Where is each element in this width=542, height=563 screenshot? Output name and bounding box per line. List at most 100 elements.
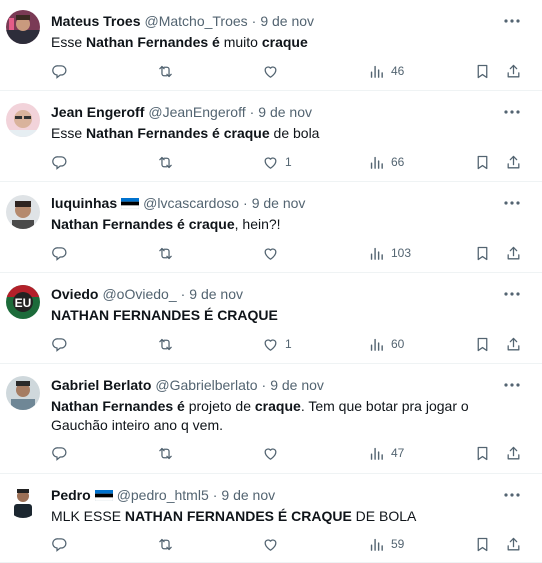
more-icon[interactable] [502,285,522,303]
reply-button[interactable] [51,243,68,263]
like-button[interactable]: 1 [262,152,292,172]
tweet-text-segment: , hein?! [234,216,281,232]
tweet-date[interactable]: 9 de nov [260,13,314,29]
share-button[interactable] [505,61,522,81]
views-button[interactable]: 66 [368,152,404,172]
share-button[interactable] [505,534,522,554]
bookmark-button[interactable] [474,443,491,463]
reply-button[interactable] [51,152,68,172]
views-button[interactable]: 103 [368,243,411,263]
author-name[interactable]: luquinhas [51,195,117,211]
retweet-button[interactable] [157,534,174,554]
bookmark-button[interactable] [474,243,491,263]
retweet-button[interactable] [157,243,174,263]
avatar[interactable] [6,10,40,44]
tweet-actions: 59 [0,534,542,554]
tweet[interactable]: Jean Engeroff @JeanEngeroff · 9 de nov Esse … [0,91,542,182]
tweet-text-segment: muito [219,34,262,50]
tweet[interactable]: EU Oviedo @oOviedo_ · 9 de nov NATHAN FERNAND… [0,273,542,364]
bookmark-button[interactable] [474,152,491,172]
tweet-date[interactable]: 9 de nov [258,104,312,120]
tweet-header: Gabriel Berlato @Gabrielberlato · 9 de nov [51,376,324,394]
avatar[interactable] [6,484,40,518]
views-icon [368,245,385,262]
more-icon[interactable] [502,376,522,394]
author-name[interactable]: Pedro [51,487,91,503]
author-name[interactable]: Gabriel Berlato [51,377,151,393]
tweet-date[interactable]: 9 de nov [221,487,275,503]
like-count: 1 [285,337,292,351]
retweet-button[interactable] [157,334,174,354]
bookmark-button[interactable] [474,334,491,354]
views-icon [368,336,385,353]
tweet[interactable]: Pedro @pedro_html5 · 9 de nov MLK ESSE NATHA… [0,474,542,563]
avatar[interactable] [6,195,40,229]
avatar[interactable] [6,376,40,410]
like-button[interactable] [262,61,279,81]
tweet-text: MLK ESSE NATHAN FERNANDES É CRAQUE DE BO… [51,507,491,526]
tweet[interactable]: luquinhas @lvcascardoso · 9 de nov Nathan Fe… [0,182,542,273]
reply-button[interactable] [51,61,68,81]
retweet-button[interactable] [157,443,174,463]
tweet-date[interactable]: 9 de nov [270,377,324,393]
tweet-text-highlight: NATHAN FERNANDES É CRAQUE [51,307,278,323]
views-icon [368,536,385,553]
share-button[interactable] [505,243,522,263]
retweet-icon [157,63,174,80]
tweet[interactable]: Mateus Troes @Matcho_Troes · 9 de nov Esse N… [0,0,542,91]
share-icon [505,63,522,80]
share-button[interactable] [505,443,522,463]
tweet[interactable]: Gabriel Berlato @Gabrielberlato · 9 de nov N… [0,364,542,474]
views-button[interactable]: 60 [368,334,404,354]
avatar[interactable] [6,103,40,137]
tweet-date[interactable]: 9 de nov [252,195,306,211]
like-button[interactable] [262,243,279,263]
reply-button[interactable] [51,534,68,554]
share-icon [505,154,522,171]
like-button[interactable] [262,534,279,554]
views-button[interactable]: 47 [368,443,404,463]
tweet-header: luquinhas @lvcascardoso · 9 de nov [51,194,305,212]
view-count: 46 [391,64,405,78]
avatar[interactable]: EU [6,285,40,319]
author-name[interactable]: Oviedo [51,286,98,302]
bookmark-button[interactable] [474,61,491,81]
views-button[interactable]: 59 [368,534,404,554]
more-icon[interactable] [502,12,522,30]
author-name[interactable]: Jean Engeroff [51,104,144,120]
tweet-header: Jean Engeroff @JeanEngeroff · 9 de nov [51,103,312,121]
view-count: 47 [391,446,405,460]
author-handle[interactable]: @pedro_html5 [117,487,209,503]
separator-dot: · [249,104,255,120]
share-button[interactable] [505,334,522,354]
tweet-actions: 103 [0,243,542,263]
tweet-text: Nathan Fernandes é projeto de craque. Te… [51,397,491,435]
separator-dot: · [251,13,257,29]
author-handle[interactable]: @oOviedo_ [102,286,176,302]
views-button[interactable]: 46 [368,61,404,81]
like-button[interactable] [262,443,279,463]
retweet-icon [157,245,174,262]
like-icon [262,245,279,262]
author-handle[interactable]: @Gabrielberlato [155,377,257,393]
view-count: 66 [391,155,405,169]
author-name[interactable]: Mateus Troes [51,13,140,29]
reply-icon [51,336,68,353]
reply-button[interactable] [51,334,68,354]
retweet-button[interactable] [157,61,174,81]
tweet-text-segment: de bola [269,125,320,141]
author-handle[interactable]: @lvcascardoso [143,195,239,211]
tweet-date[interactable]: 9 de nov [189,286,243,302]
more-icon[interactable] [502,194,522,212]
like-button[interactable]: 1 [262,334,292,354]
retweet-button[interactable] [157,152,174,172]
share-button[interactable] [505,152,522,172]
bookmark-icon [474,536,491,553]
bookmark-button[interactable] [474,534,491,554]
more-icon[interactable] [502,103,522,121]
reply-button[interactable] [51,443,68,463]
more-icon[interactable] [502,486,522,504]
author-handle[interactable]: @Matcho_Troes [144,13,247,29]
tweet-header: Pedro @pedro_html5 · 9 de nov [51,486,275,504]
author-handle[interactable]: @JeanEngeroff [148,104,245,120]
